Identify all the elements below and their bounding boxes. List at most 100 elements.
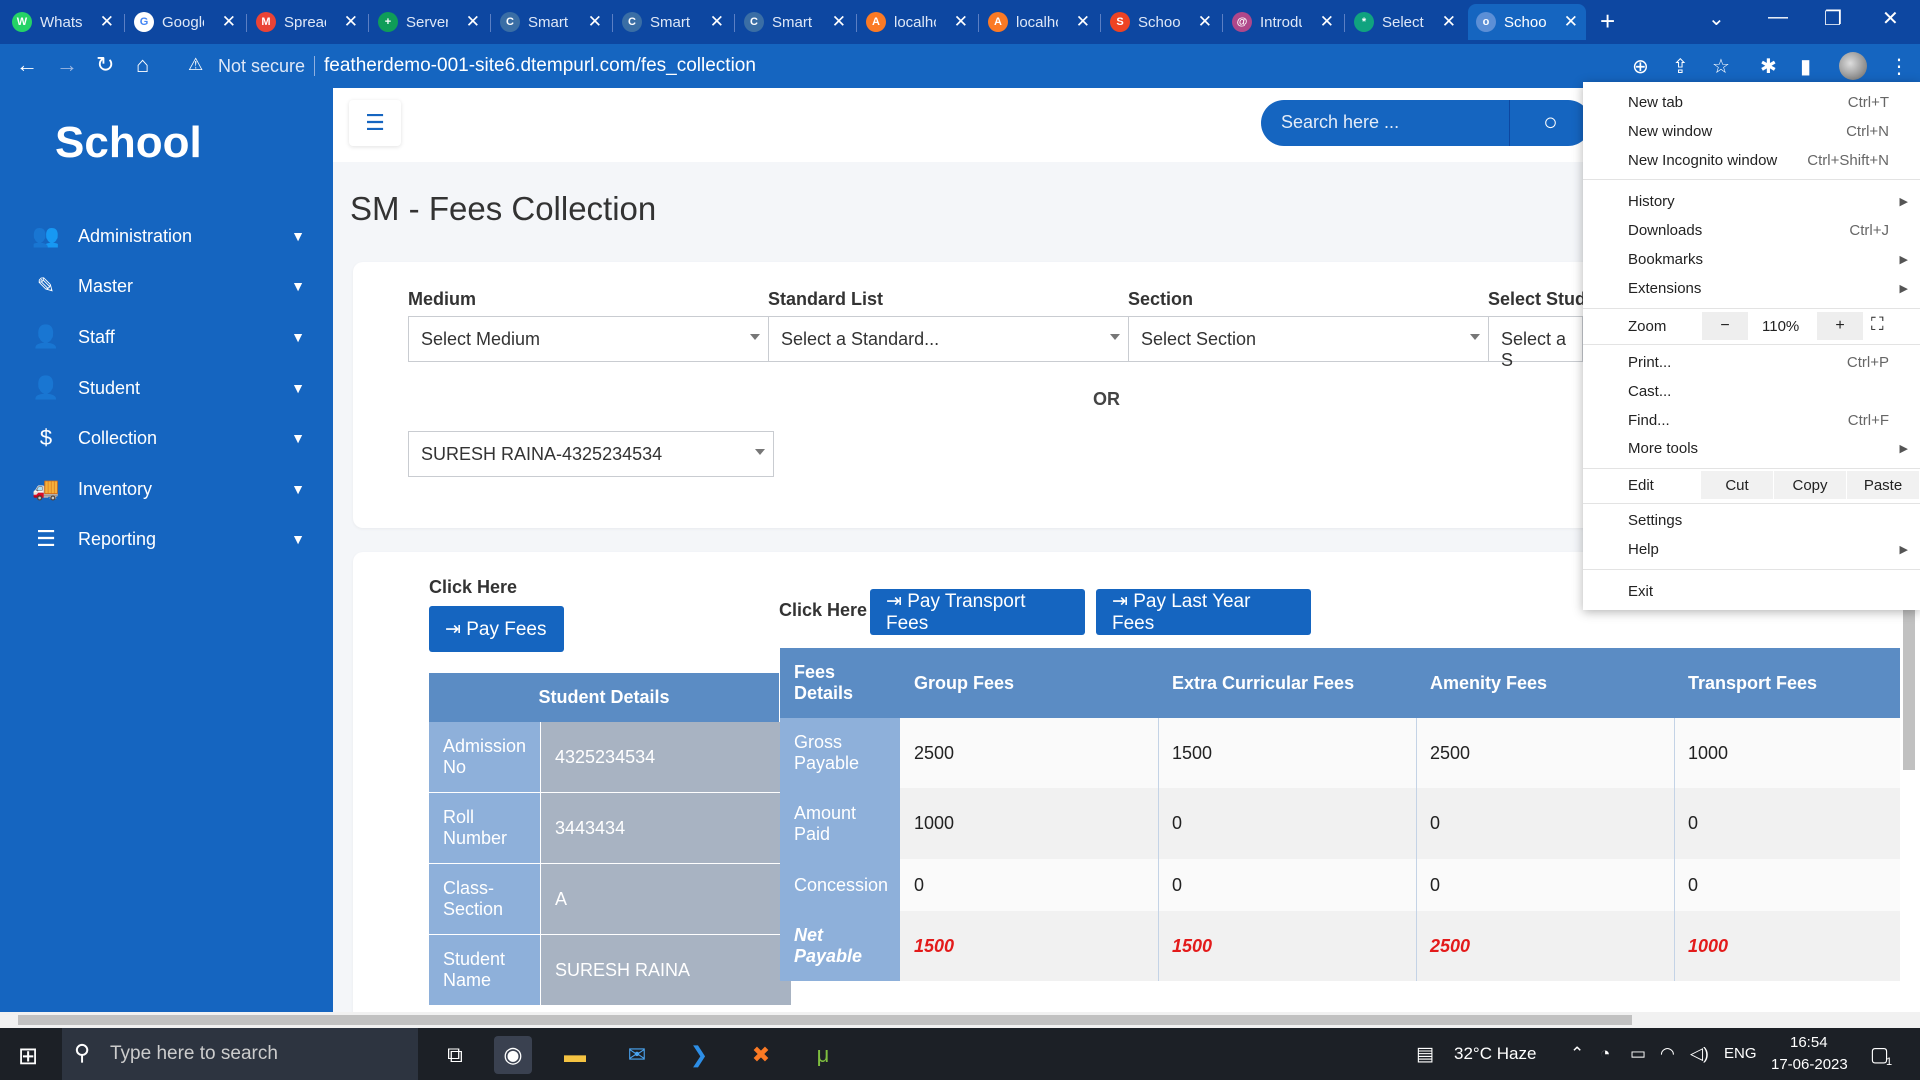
menu-item[interactable]: Bookmarks ▶ — [1583, 245, 1920, 273]
weather-icon[interactable]: ▤ — [1416, 1043, 1434, 1066]
forward-icon[interactable]: → — [56, 52, 78, 78]
network-icon[interactable]: ◔ — [1600, 1044, 1610, 1064]
wifi-icon[interactable]: ◠ — [1660, 1044, 1675, 1064]
browser-menu-icon[interactable]: ⋮ — [1889, 54, 1909, 79]
close-tab-icon[interactable]: ✕ — [344, 12, 358, 32]
close-window-icon[interactable]: ✕ — [1882, 6, 1899, 31]
menu-item[interactable]: More tools ▶ — [1583, 434, 1920, 462]
horizontal-scroll-thumb[interactable] — [18, 1015, 1632, 1025]
clock-time[interactable]: 16:54 — [1790, 1034, 1828, 1051]
taskbar-search-input[interactable]: Type here to search — [62, 1028, 418, 1080]
bookmark-star-icon[interactable]: ☆ — [1712, 54, 1730, 79]
windows-start-icon[interactable]: ⊞ — [18, 1042, 38, 1071]
extensions-icon[interactable]: ✱ — [1760, 54, 1777, 79]
menu-item[interactable]: Extensions ▶ — [1583, 274, 1920, 302]
close-tab-icon[interactable]: ✕ — [222, 12, 236, 32]
share-icon[interactable]: ⇪ — [1672, 54, 1689, 79]
menu-item[interactable]: New window Ctrl+N — [1583, 117, 1920, 145]
browser-tab[interactable]: W WhatsApp ✕ — [4, 4, 122, 40]
close-tab-icon[interactable]: ✕ — [100, 12, 114, 32]
tab-search-icon[interactable]: ⌄ — [1708, 6, 1725, 31]
menu-item[interactable]: Find... Ctrl+F — [1583, 406, 1920, 434]
home-icon[interactable]: ⌂ — [136, 52, 149, 78]
menu-item[interactable]: New tab Ctrl+T — [1583, 88, 1920, 116]
horizontal-scrollbar[interactable] — [0, 1012, 1920, 1028]
close-tab-icon[interactable]: ✕ — [1564, 12, 1578, 32]
filter-select-3[interactable]: Select a S — [1488, 316, 1583, 370]
mail-icon[interactable]: ✉ — [618, 1036, 656, 1074]
clock-date[interactable]: 17-06-2023 — [1771, 1056, 1848, 1073]
xampp-icon[interactable]: ✖ — [742, 1036, 780, 1074]
search-icon[interactable]: ○ — [1509, 100, 1591, 146]
new-tab-button[interactable]: + — [1600, 6, 1615, 37]
close-tab-icon[interactable]: ✕ — [588, 12, 602, 32]
language-indicator[interactable]: ENG — [1724, 1045, 1757, 1062]
sidebar-item-inventory[interactable]: 🚚 Inventory ▼ — [0, 465, 333, 513]
menu-item[interactable]: New Incognito window Ctrl+Shift+N — [1583, 146, 1920, 174]
browser-tab[interactable]: G Google ✕ — [126, 4, 244, 40]
sidebar-item-reporting[interactable]: ☰ Reporting ▼ — [0, 515, 333, 563]
vertical-scroll-thumb[interactable] — [1903, 600, 1915, 770]
copy-button[interactable]: Copy — [1774, 471, 1846, 499]
menu-toggle-icon[interactable]: ☰ — [349, 100, 401, 146]
close-tab-icon[interactable]: ✕ — [710, 12, 724, 32]
minimize-icon[interactable]: — — [1768, 6, 1788, 29]
tray-chevron-icon[interactable]: ⌃ — [1570, 1044, 1584, 1064]
sidebar-item-student[interactable]: 👤 Student ▼ — [0, 364, 333, 412]
fullscreen-icon[interactable]: ⛶ — [1871, 314, 1884, 335]
menu-item[interactable]: Exit — [1583, 577, 1920, 605]
browser-tab[interactable]: S School ✕ — [1102, 4, 1220, 40]
pay-transport-fees-button[interactable]: ⇥ Pay Transport Fees — [870, 589, 1085, 635]
close-tab-icon[interactable]: ✕ — [1442, 12, 1456, 32]
restore-icon[interactable]: ❐ — [1824, 6, 1842, 31]
menu-item[interactable]: Settings — [1583, 506, 1920, 534]
student-select[interactable]: SURESH RAINA-4325234534 — [408, 431, 774, 477]
sidebar-item-administration[interactable]: 👥 Administration ▼ — [0, 212, 333, 260]
close-tab-icon[interactable]: ✕ — [1198, 12, 1212, 32]
paste-button[interactable]: Paste — [1847, 471, 1919, 499]
menu-item[interactable]: Print... Ctrl+P — [1583, 348, 1920, 376]
vscode-icon[interactable]: ❯ — [680, 1036, 718, 1074]
menu-item[interactable]: History ▶ — [1583, 187, 1920, 215]
profile-avatar[interactable] — [1839, 52, 1867, 80]
pay-last-year-fees-button[interactable]: ⇥ Pay Last Year Fees — [1096, 589, 1311, 635]
search-input[interactable]: Search here ... — [1261, 100, 1509, 146]
volume-icon[interactable]: ◁) — [1690, 1044, 1709, 1064]
filter-select-1[interactable]: Select a Standard... — [768, 316, 1129, 362]
browser-tab[interactable]: o School ✕ — [1468, 4, 1586, 40]
utorrent-icon[interactable]: μ — [804, 1036, 842, 1074]
cut-button[interactable]: Cut — [1701, 471, 1773, 499]
not-secure-label[interactable]: Not secure — [218, 56, 305, 77]
sidebar-item-staff[interactable]: 👤 Staff ▼ — [0, 313, 333, 361]
weather-text[interactable]: 32°C Haze — [1454, 1044, 1536, 1064]
reload-icon[interactable]: ↻ — [96, 52, 114, 78]
browser-tab[interactable]: Alocalhost ✕ — [980, 4, 1098, 40]
chrome-app-icon[interactable]: ◉ — [494, 1036, 532, 1074]
close-tab-icon[interactable]: ✕ — [466, 12, 480, 32]
menu-item[interactable]: Downloads Ctrl+J — [1583, 216, 1920, 244]
url-input[interactable]: featherdemo-001-site6.dtempurl.com/fes_c… — [324, 55, 756, 77]
back-icon[interactable]: ← — [16, 52, 38, 78]
side-panel-icon[interactable]: ▮ — [1800, 54, 1811, 79]
pay-fees-button[interactable]: ⇥ Pay Fees — [429, 606, 564, 652]
browser-tab[interactable]: * Select ✕ — [1346, 4, 1464, 40]
close-tab-icon[interactable]: ✕ — [1320, 12, 1334, 32]
zoom-icon[interactable]: ⊕ — [1632, 54, 1649, 79]
close-tab-icon[interactable]: ✕ — [1076, 12, 1090, 32]
close-tab-icon[interactable]: ✕ — [954, 12, 968, 32]
file-explorer-icon[interactable]: ▬ — [556, 1036, 594, 1074]
task-view-icon[interactable]: ⧉ — [436, 1036, 474, 1074]
sidebar-item-master[interactable]: ✎ Master ▼ — [0, 262, 333, 310]
filter-select-2[interactable]: Select Section — [1128, 316, 1489, 362]
browser-tab[interactable]: C Smart ✕ — [614, 4, 732, 40]
menu-item[interactable]: Cast... — [1583, 377, 1920, 405]
warning-icon[interactable]: ⚠ — [188, 55, 203, 75]
close-tab-icon[interactable]: ✕ — [832, 12, 846, 32]
zoom-in-button[interactable]: + — [1817, 312, 1863, 340]
filter-select-0[interactable]: Select Medium — [408, 316, 769, 362]
browser-tab[interactable]: Alocalhost ✕ — [858, 4, 976, 40]
zoom-out-button[interactable]: − — [1702, 312, 1748, 340]
sidebar-item-collection[interactable]: $ Collection ▼ — [0, 414, 333, 462]
browser-tab[interactable]: C Smart ✕ — [736, 4, 854, 40]
menu-item[interactable]: Help ▶ — [1583, 535, 1920, 563]
